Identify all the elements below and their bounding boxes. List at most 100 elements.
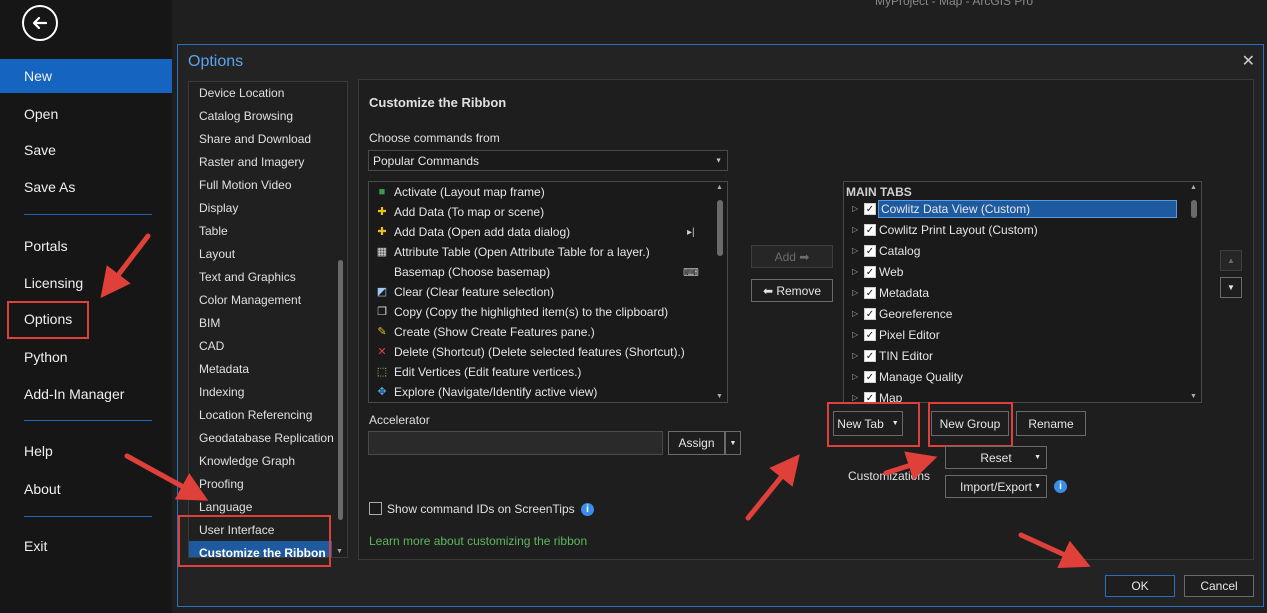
tab-checkbox[interactable]: ✓ <box>864 286 876 299</box>
category-item[interactable]: Full Motion Video <box>189 173 332 196</box>
command-item[interactable]: ✚ Add Data (To map or scene) <box>375 202 544 222</box>
nav-open[interactable]: Open <box>0 97 172 131</box>
tab-checkbox[interactable]: ✓ <box>864 223 876 236</box>
scroll-down-icon[interactable]: ▼ <box>716 393 723 400</box>
category-item[interactable]: Proofing <box>189 472 332 495</box>
tab-checkbox[interactable]: ✓ <box>864 349 876 362</box>
nav-portals[interactable]: Portals <box>0 229 172 263</box>
ribbon-tab-item[interactable]: ▷ ✓ Georeference <box>852 303 1182 324</box>
nav-about[interactable]: About <box>0 472 172 506</box>
category-item[interactable]: Catalog Browsing <box>189 104 332 127</box>
ribbon-tab-item[interactable]: ▷ ✓ TIN Editor <box>852 345 1182 366</box>
reset-button[interactable]: Reset ▼ <box>945 446 1047 469</box>
ribbon-tab-item[interactable]: ▷ ✓ Metadata <box>852 282 1182 303</box>
command-item[interactable]: ✎ Create (Show Create Features pane.) <box>375 322 594 342</box>
category-item[interactable]: BIM <box>189 311 332 334</box>
nav-add-in-manager[interactable]: Add-In Manager <box>0 377 172 411</box>
remove-button[interactable]: ⬅ Remove <box>751 279 833 302</box>
expand-icon[interactable]: ▷ <box>852 393 864 402</box>
expand-icon[interactable]: ▷ <box>852 372 864 381</box>
tab-checkbox[interactable]: ✓ <box>864 202 876 215</box>
category-item[interactable]: Indexing <box>189 380 332 403</box>
scroll-thumb[interactable] <box>338 260 343 520</box>
info-icon[interactable]: i <box>1054 480 1067 493</box>
tab-checkbox[interactable]: ✓ <box>864 307 876 320</box>
tabs-scrollbar[interactable]: ▲ ▼ <box>1189 182 1199 402</box>
scroll-up-icon[interactable]: ▲ <box>716 184 723 191</box>
category-item[interactable]: Location Referencing <box>189 403 332 426</box>
scroll-thumb[interactable] <box>717 200 723 256</box>
category-item[interactable]: Metadata <box>189 357 332 380</box>
show-ids-checkbox[interactable] <box>369 502 382 515</box>
cancel-button[interactable]: Cancel <box>1184 575 1254 597</box>
assign-button[interactable]: Assign <box>668 431 725 455</box>
expand-icon[interactable]: ▷ <box>852 309 864 318</box>
ribbon-tab-item[interactable]: ▷ ✓ Manage Quality <box>852 366 1182 387</box>
expand-icon[interactable]: ▷ <box>852 330 864 339</box>
category-item[interactable]: Color Management <box>189 288 332 311</box>
rename-button[interactable]: Rename <box>1016 411 1086 436</box>
category-item[interactable]: Knowledge Graph <box>189 449 332 472</box>
tab-checkbox[interactable]: ✓ <box>864 328 876 341</box>
ribbon-tab-item[interactable]: ▷ ✓ Web <box>852 261 1182 282</box>
add-button[interactable]: Add ➡ <box>751 245 833 268</box>
command-item[interactable]: ❐ Copy (Copy the highlighted item(s) to t… <box>375 302 668 322</box>
command-item[interactable]: ✕ Delete (Shortcut) (Delete selected feat… <box>375 342 684 362</box>
category-item[interactable]: Share and Download <box>189 127 332 150</box>
ok-button[interactable]: OK <box>1105 575 1175 597</box>
info-icon[interactable]: i <box>581 503 594 516</box>
category-item[interactable]: CAD <box>189 334 332 357</box>
category-item[interactable]: Layout <box>189 242 332 265</box>
scroll-down-icon[interactable]: ▼ <box>336 548 343 555</box>
category-scrollbar[interactable]: ▼ <box>335 84 345 555</box>
scroll-down-icon[interactable]: ▼ <box>1190 393 1197 400</box>
ribbon-tab-item[interactable]: ▷ ✓ Map <box>852 387 1182 402</box>
choose-commands-select[interactable]: Popular Commands ▼ <box>368 150 728 171</box>
command-list-scrollbar[interactable]: ▲ ▼ <box>715 182 725 402</box>
category-item[interactable]: Raster and Imagery <box>189 150 332 173</box>
move-down-button[interactable]: ▼ <box>1220 277 1242 298</box>
category-item[interactable]: Text and Graphics <box>189 265 332 288</box>
command-item[interactable]: ▦ Attribute Table (Open Attribute Table f… <box>375 242 650 262</box>
ribbon-tab-item[interactable]: ▷ ✓ Pixel Editor <box>852 324 1182 345</box>
tab-checkbox[interactable]: ✓ <box>864 265 876 278</box>
close-icon[interactable]: ✕ <box>1242 51 1255 71</box>
back-button[interactable] <box>22 5 58 41</box>
expand-icon[interactable]: ▷ <box>852 204 864 213</box>
accelerator-input[interactable] <box>368 431 663 455</box>
command-item[interactable]: ⬚ Edit Vertices (Edit feature vertices.) <box>375 362 582 382</box>
category-item[interactable]: Geodatabase Replication <box>189 426 334 449</box>
submenu-icon[interactable]: ▸| <box>687 227 695 238</box>
scroll-up-icon[interactable]: ▲ <box>1190 184 1197 191</box>
command-item[interactable]: ✥ Explore (Navigate/Identify active view) <box>375 382 597 402</box>
nav-python[interactable]: Python <box>0 340 172 374</box>
command-item[interactable]: ■ Activate (Layout map frame) <box>375 182 545 202</box>
nav-new[interactable]: New <box>0 59 172 93</box>
ribbon-tab-item[interactable]: ▷ ✓ Cowlitz Print Layout (Custom) <box>852 219 1182 240</box>
expand-icon[interactable]: ▷ <box>852 225 864 234</box>
command-item[interactable]: ◩ Clear (Clear feature selection) <box>375 282 554 302</box>
nav-help[interactable]: Help <box>0 434 172 468</box>
ribbon-tab-item[interactable]: ▷ ✓ Cowlitz Data View (Custom) <box>852 198 1182 219</box>
nav-exit[interactable]: Exit <box>0 529 172 563</box>
import-export-button[interactable]: Import/Export ▼ <box>945 475 1047 498</box>
expand-icon[interactable]: ▷ <box>852 351 864 360</box>
tab-checkbox[interactable]: ✓ <box>864 244 876 257</box>
expand-icon[interactable]: ▷ <box>852 288 864 297</box>
learn-more-link[interactable]: Learn more about customizing the ribbon <box>369 534 587 548</box>
category-item[interactable]: Display <box>189 196 332 219</box>
category-item[interactable]: Table <box>189 219 332 242</box>
assign-dropdown-icon[interactable]: ▼ <box>725 431 741 455</box>
nav-licensing[interactable]: Licensing <box>0 266 172 300</box>
category-item[interactable]: Device Location <box>189 82 332 104</box>
move-up-button[interactable]: ▲ <box>1220 250 1242 271</box>
command-item[interactable]: Basemap (Choose basemap) ⌨ <box>375 262 699 282</box>
command-item[interactable]: ✚ Add Data (Open add data dialog) ▸| <box>375 222 694 242</box>
tab-checkbox[interactable]: ✓ <box>864 370 876 383</box>
expand-icon[interactable]: ▷ <box>852 246 864 255</box>
expand-icon[interactable]: ▷ <box>852 267 864 276</box>
nav-save-as[interactable]: Save As <box>0 170 172 204</box>
ribbon-tab-item[interactable]: ▷ ✓ Catalog <box>852 240 1182 261</box>
nav-save[interactable]: Save <box>0 133 172 167</box>
scroll-thumb[interactable] <box>1191 200 1197 218</box>
